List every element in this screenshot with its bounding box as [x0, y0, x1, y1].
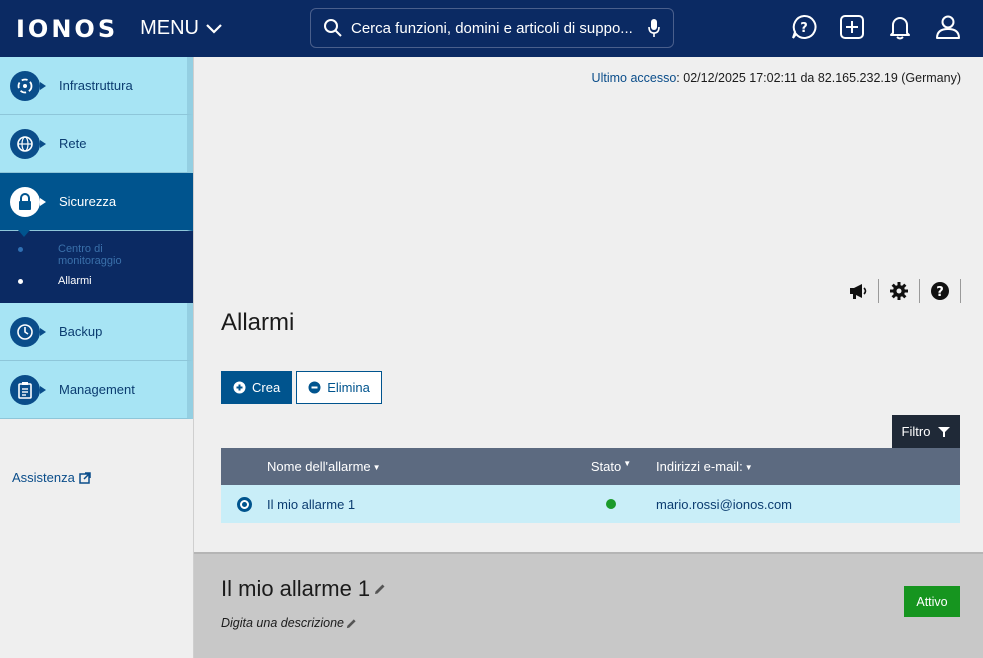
delete-label: Elimina [327, 380, 370, 395]
detail-title-wrap: Il mio allarme 1 [221, 576, 386, 602]
sidebar-item-sicurezza[interactable]: Sicurezza [0, 173, 193, 237]
status-active-dot-icon [606, 499, 616, 509]
create-label: Crea [252, 380, 281, 395]
sidebar-item-backup[interactable]: Backup [0, 303, 193, 361]
sort-caret-icon: ▼ [372, 463, 381, 473]
alarms-table: Nome dell'allarme ▼ Stato ▼ Indirizzi e-ma… [221, 448, 960, 523]
detail-description[interactable]: Digita una descrizione [221, 616, 357, 630]
header-status[interactable]: Stato ▼ [566, 459, 656, 474]
menu-label: MENU [140, 17, 199, 39]
bell-icon[interactable] [885, 12, 915, 42]
create-button[interactable]: Crea [221, 371, 293, 404]
table-row[interactable]: Il mio allarme 1 mario.rossi@ionos.com [221, 485, 960, 523]
help-icon[interactable]: ? [920, 279, 961, 303]
sidebar: Infrastruttura Rete Sicurezza Centro di … [0, 57, 194, 658]
plus-circle-icon [233, 381, 246, 394]
sidebar-item-management[interactable]: Management [0, 361, 193, 419]
subnav-item-alarms[interactable]: Allarmi [0, 275, 193, 287]
infrastructure-icon [10, 70, 46, 101]
row-status [566, 499, 656, 509]
search-icon [324, 19, 342, 37]
network-globe-icon [10, 128, 46, 159]
help-link[interactable]: Assistenza [12, 470, 91, 485]
filter-label: Filtro [901, 424, 931, 439]
backup-clock-icon [10, 316, 46, 347]
filter-button[interactable]: Filtro [892, 415, 960, 448]
subnav-label: Centro di monitoraggio [58, 243, 122, 267]
minus-circle-icon [308, 381, 321, 394]
user-icon[interactable] [933, 12, 963, 42]
sidebar-item-label: Infrastruttura [59, 78, 133, 93]
last-access-value: : 02/12/2025 17:02:11 da 82.165.232.19 (… [676, 71, 961, 85]
menu-button[interactable]: MENU [140, 17, 223, 40]
radio-selected-icon[interactable] [236, 496, 252, 512]
action-buttons: Crea Elimina [221, 371, 382, 404]
row-email: mario.rossi@ionos.com [656, 496, 793, 512]
bullet [18, 247, 23, 252]
clipboard-icon [10, 374, 46, 405]
sidebar-item-label: Backup [59, 324, 103, 339]
svg-text:?: ? [800, 21, 808, 36]
search-box[interactable] [310, 8, 674, 48]
last-access-label[interactable]: Ultimo accesso [592, 71, 677, 85]
svg-text:?: ? [936, 285, 944, 300]
pencil-edit-icon[interactable] [374, 583, 386, 595]
subnav-item-monitoring-center[interactable]: Centro di monitoraggio [0, 243, 193, 267]
table-header: Nome dell'allarme ▼ Stato ▼ Indirizzi e-ma… [221, 448, 960, 485]
subnav-label: Allarmi [58, 275, 92, 287]
help-chat-icon[interactable]: ? [789, 12, 819, 42]
search-input[interactable] [351, 19, 647, 37]
add-icon[interactable] [837, 12, 867, 42]
megaphone-icon[interactable] [838, 279, 879, 303]
sidebar-item-rete[interactable]: Rete [0, 115, 193, 173]
delete-button[interactable]: Elimina [296, 371, 382, 404]
status-badge: Attivo [904, 586, 960, 617]
description-placeholder: Digita una descrizione [221, 616, 344, 630]
chevron-down-icon [206, 23, 222, 34]
top-actions: ? [789, 12, 963, 42]
sidebar-item-label: Rete [59, 136, 87, 151]
page-toolbar: ? [838, 279, 961, 303]
ionos-logo[interactable]: IONOS [16, 15, 118, 43]
sort-caret-icon: ▼ [623, 459, 632, 468]
header-alarm-name[interactable]: Nome dell'allarme ▼ [267, 459, 566, 474]
gear-icon[interactable] [879, 279, 920, 303]
sidebar-item-label: Sicurezza [59, 194, 117, 209]
external-link-icon [79, 471, 91, 484]
bullet [18, 279, 23, 284]
last-access-info: Ultimo accesso: 02/12/2025 17:02:11 da 8… [592, 71, 961, 85]
row-select[interactable] [221, 496, 267, 512]
help-link-label: Assistenza [12, 470, 75, 485]
security-subnav: Centro di monitoraggio Allarmi [0, 231, 193, 303]
sidebar-item-label: Management [59, 382, 135, 397]
microphone-icon[interactable] [647, 18, 661, 38]
header-email[interactable]: Indirizzi e-mail: ▼ [656, 459, 960, 474]
filter-funnel-icon [938, 426, 951, 437]
page-title: Allarmi [221, 309, 295, 336]
sort-caret-icon: ▼ [744, 463, 753, 473]
sidebar-item-infrastruttura[interactable]: Infrastruttura [0, 57, 193, 115]
lock-icon [10, 186, 46, 217]
main-content: Ultimo accesso: 02/12/2025 17:02:11 da 8… [194, 57, 983, 658]
pencil-edit-icon[interactable] [346, 618, 357, 629]
row-alarm-name: Il mio allarme 1 [267, 496, 356, 512]
top-bar: IONOS MENU ? [0, 0, 983, 57]
detail-title: Il mio allarme 1 [221, 576, 371, 601]
alarm-detail-panel: Il mio allarme 1 Digita una descrizione … [194, 552, 983, 658]
